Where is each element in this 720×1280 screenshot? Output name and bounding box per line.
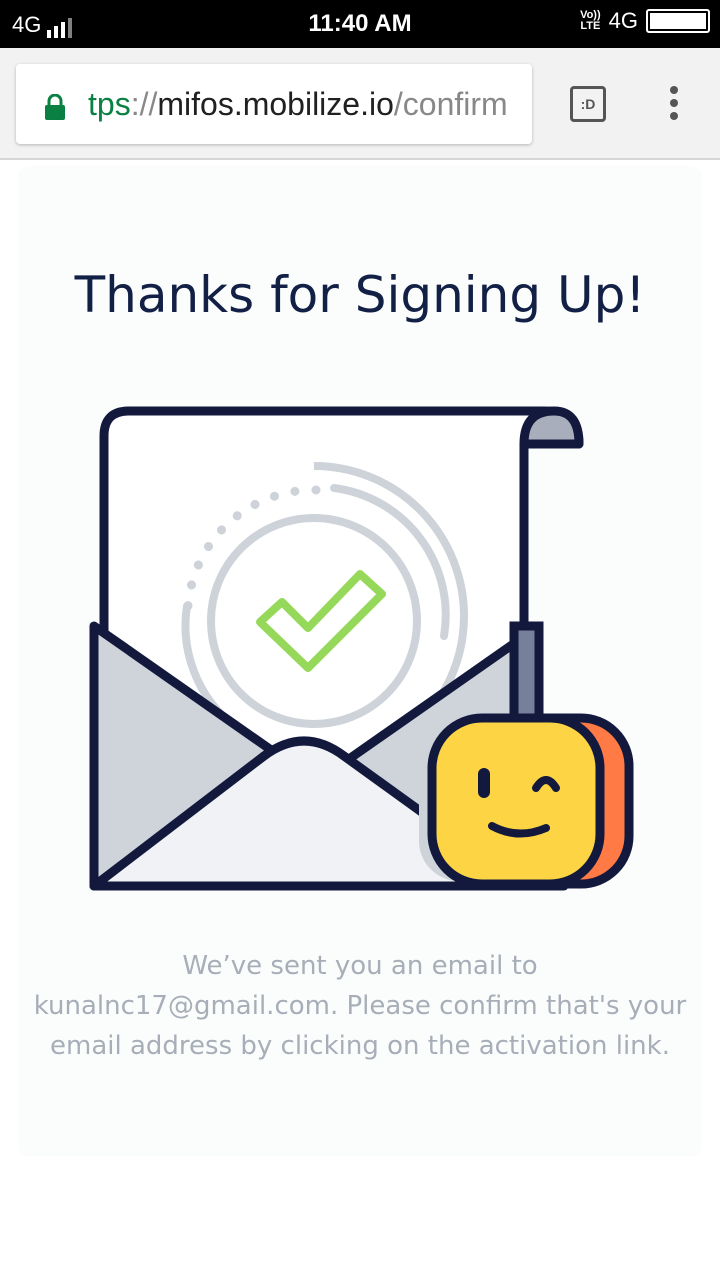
status-bar: 4G 11:40 AM Vo)) LTE 4G [0,0,720,48]
url-text: tps://mifos.mobilize.io/confirm [88,86,508,122]
lock-icon [45,94,65,120]
envelope-right-edge [509,621,544,731]
page-title: Thanks for Signing Up! [74,266,646,324]
browser-toolbar: tps://mifos.mobilize.io/confirm :D [0,48,720,160]
overflow-menu-button[interactable] [666,86,682,124]
reader-mode-button[interactable]: :D [570,86,606,122]
confirmation-message: We’ve sent you an email to kunalnc17@gma… [33,951,687,1061]
email-illustration [89,406,634,891]
paper-curl [519,406,584,449]
battery-icon [646,9,710,33]
mascot-face [427,713,605,889]
address-bar[interactable]: tps://mifos.mobilize.io/confirm [16,64,532,144]
network-type-label-right: 4G [608,8,638,33]
mascot-eye-left [478,768,490,798]
confirmation-card: Thanks for Signing Up! We’ve sent you an… [18,166,702,1156]
volte-icon: Vo)) LTE [580,9,601,32]
status-icons-right: Vo)) LTE 4G [580,8,710,34]
